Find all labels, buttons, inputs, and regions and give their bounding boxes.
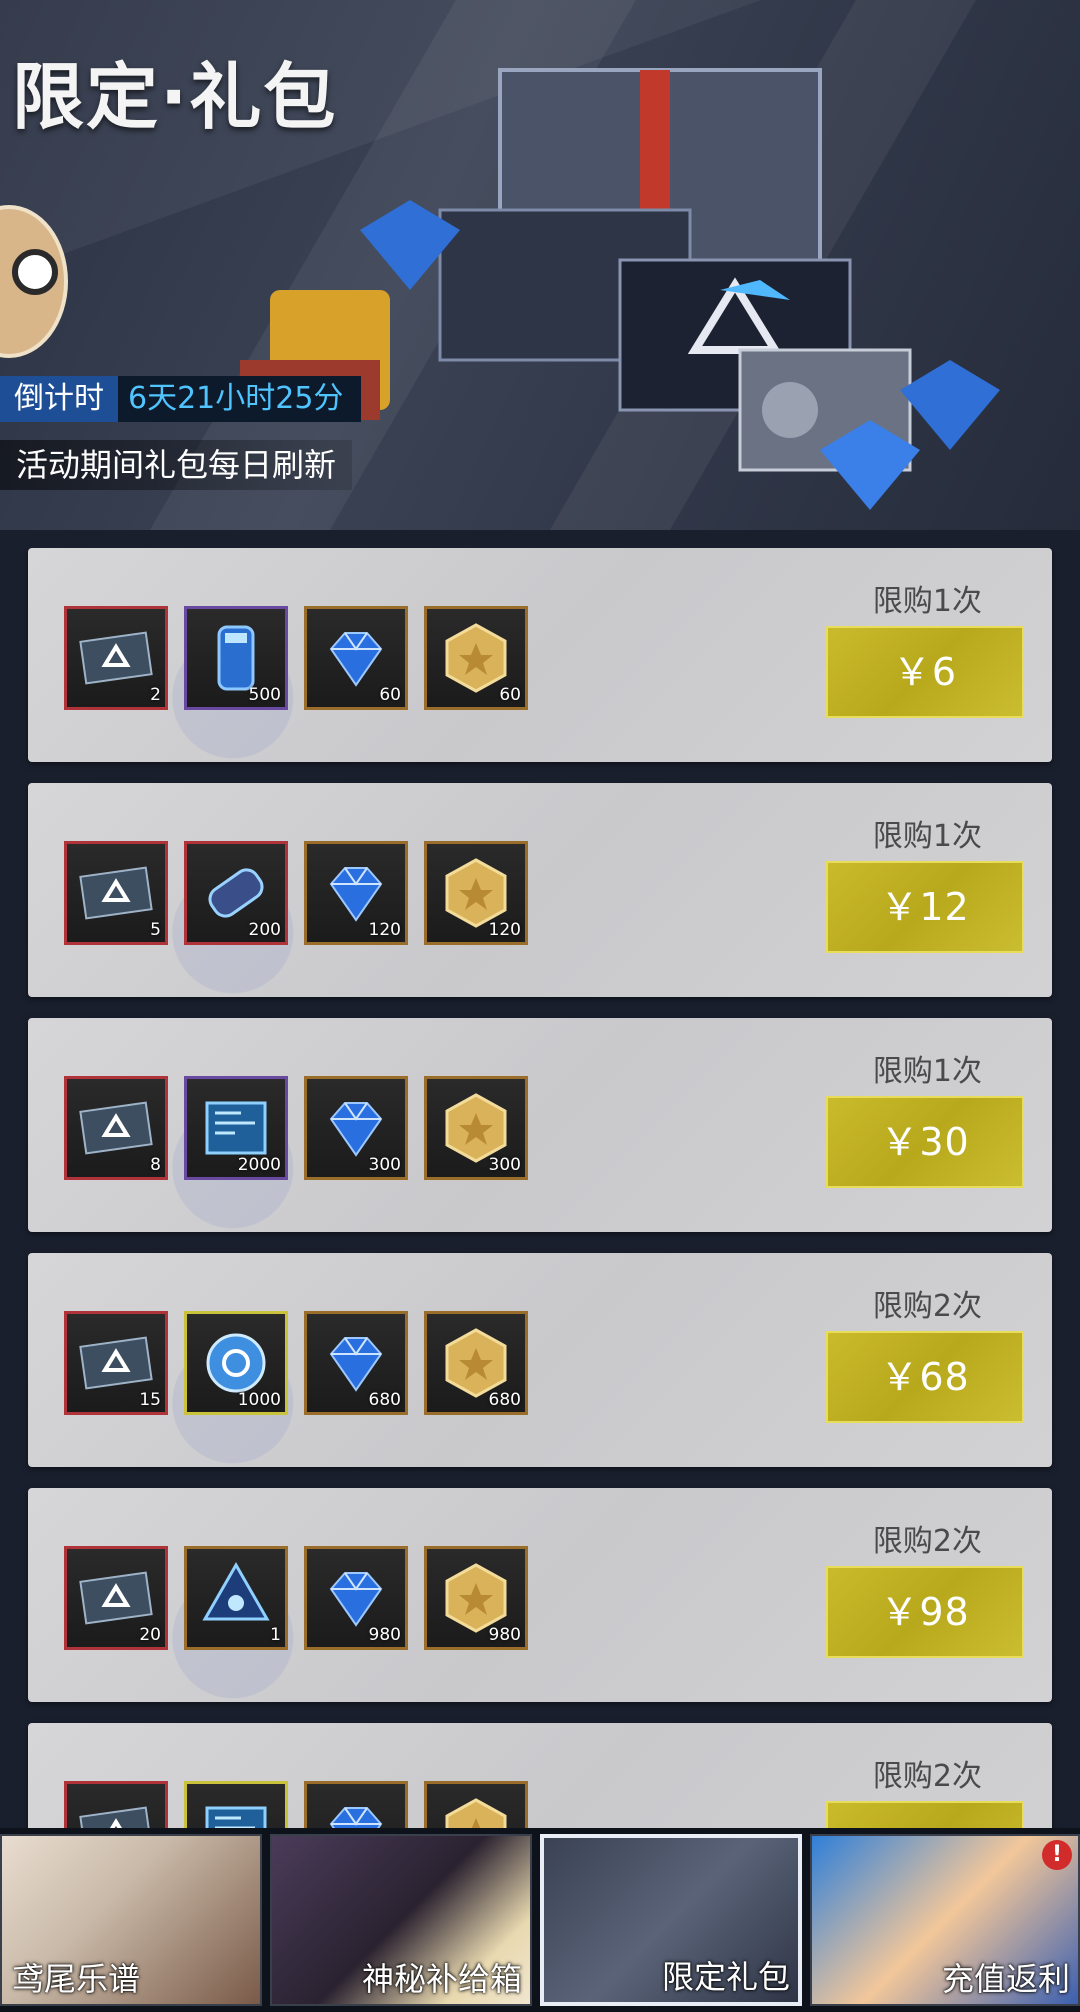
tab-label: 充值返利 xyxy=(941,1960,1070,1998)
pack-items: 8 2000 300 300 xyxy=(64,1076,528,1180)
countdown-value: 6天21小时25分 xyxy=(118,376,362,422)
purchase-limit: 限购2次 xyxy=(872,1524,982,1559)
item-quantity: 20 xyxy=(139,1625,161,1645)
pack-card: 5 200 120 120 限购1次 ￥12 xyxy=(28,783,1052,997)
item-quantity: 60 xyxy=(499,685,521,705)
pack-items: 2 500 60 60 xyxy=(64,606,528,710)
pack-card: 2 500 60 60 限购1次 ￥6 xyxy=(28,548,1052,762)
purchase-limit: 限购2次 xyxy=(872,1289,982,1324)
reward-item[interactable]: 120 xyxy=(424,841,528,945)
reward-item[interactable]: 60 xyxy=(304,606,408,710)
reward-item[interactable] xyxy=(424,1781,528,1828)
purchase-limit: 限购1次 xyxy=(872,584,982,619)
item-quantity: 300 xyxy=(488,1155,521,1175)
refresh-note: 活动期间礼包每日刷新 xyxy=(0,440,353,490)
item-quantity: 1 xyxy=(270,1625,281,1645)
reward-item[interactable]: 980 xyxy=(304,1546,408,1650)
bottom-tab-bar: 鸢尾乐谱 神秘补给箱 限定礼包 充值返利 ! xyxy=(0,1828,1080,2012)
reward-item[interactable] xyxy=(304,1781,408,1828)
tab-recharge-rebate[interactable]: 充值返利 ! xyxy=(810,1834,1080,2006)
item-quantity: 5 xyxy=(150,920,161,940)
buy-button[interactable]: ￥98 xyxy=(826,1566,1024,1658)
countdown: 倒计时 6天21小时25分 xyxy=(0,376,362,422)
purchase-limit: 限购1次 xyxy=(872,1054,982,1089)
pack-list[interactable]: 2 500 60 60 限购1次 ￥6 5 200 120 120 限购1次 ￥12 8 2000 300 3… xyxy=(0,548,1080,1828)
reward-item[interactable]: 20 xyxy=(64,1546,168,1650)
tab-iris-score[interactable]: 鸢尾乐谱 xyxy=(0,1834,262,2006)
countdown-label: 倒计时 xyxy=(0,376,118,422)
reward-item[interactable]: 5 xyxy=(64,841,168,945)
tab-mystery-supply-box[interactable]: 神秘补给箱 xyxy=(270,1834,532,2006)
ticket-icon xyxy=(79,1806,153,1828)
item-quantity: 300 xyxy=(368,1155,401,1175)
item-quantity: 2 xyxy=(150,685,161,705)
reward-item[interactable]: 60 xyxy=(424,606,528,710)
reward-item[interactable] xyxy=(184,1781,288,1828)
reward-item[interactable]: 300 xyxy=(424,1076,528,1180)
item-quantity: 120 xyxy=(368,920,401,940)
reward-item[interactable]: 680 xyxy=(424,1311,528,1415)
pack-card: 限购2次 xyxy=(28,1723,1052,1828)
item-quantity: 980 xyxy=(488,1625,521,1645)
pack-items: 15 1000 680 680 xyxy=(64,1311,528,1415)
reward-item[interactable]: 2 xyxy=(64,606,168,710)
alert-badge-icon: ! xyxy=(1042,1840,1072,1870)
reward-item[interactable]: 500 xyxy=(184,606,288,710)
reward-item[interactable] xyxy=(64,1781,168,1828)
item-quantity: 1000 xyxy=(237,1390,281,1410)
gold-coin-icon xyxy=(445,1798,507,1828)
item-quantity: 60 xyxy=(379,685,401,705)
item-quantity: 680 xyxy=(488,1390,521,1410)
pack-items xyxy=(64,1781,528,1828)
diamond-icon xyxy=(329,1807,383,1828)
reward-item[interactable]: 300 xyxy=(304,1076,408,1180)
ticket-icon xyxy=(79,631,153,685)
crystal-core-icon xyxy=(202,1561,270,1621)
tab-label: 限定礼包 xyxy=(661,1958,790,1996)
reward-item[interactable]: 1 xyxy=(184,1546,288,1650)
reward-item[interactable]: 1000 xyxy=(184,1311,288,1415)
buy-button[interactable]: ￥6 xyxy=(826,626,1024,718)
buy-button[interactable]: ￥68 xyxy=(826,1331,1024,1423)
buy-button[interactable]: ￥30 xyxy=(826,1096,1024,1188)
tab-label: 鸢尾乐谱 xyxy=(12,1960,141,1998)
pack-items: 5 200 120 120 xyxy=(64,841,528,945)
item-quantity: 980 xyxy=(368,1625,401,1645)
ticket-icon xyxy=(79,1101,153,1155)
reward-item[interactable]: 200 xyxy=(184,841,288,945)
pack-items: 20 1 980 980 xyxy=(64,1546,528,1650)
item-quantity: 680 xyxy=(368,1390,401,1410)
item-quantity: 8 xyxy=(150,1155,161,1175)
item-quantity: 15 xyxy=(139,1390,161,1410)
tab-limited-pack[interactable]: 限定礼包 xyxy=(540,1834,802,2006)
pack-card: 20 1 980 980 限购2次 ￥98 xyxy=(28,1488,1052,1702)
buy-button[interactable] xyxy=(826,1801,1024,1828)
owl-mascot-icon[interactable] xyxy=(0,205,68,358)
reward-item[interactable]: 2000 xyxy=(184,1076,288,1180)
event-banner: 限定·礼包 倒计时 6天21小时25分 活动期间礼包每日刷新 xyxy=(0,0,1080,530)
reward-item[interactable]: 120 xyxy=(304,841,408,945)
chip-icon xyxy=(205,1806,267,1828)
item-quantity: 200 xyxy=(248,920,281,940)
item-quantity: 500 xyxy=(248,685,281,705)
banner-title: 限定·礼包 xyxy=(12,55,338,139)
pack-card: 8 2000 300 300 限购1次 ￥30 xyxy=(28,1018,1052,1232)
tab-label: 神秘补给箱 xyxy=(361,1960,522,1998)
reward-item[interactable]: 15 xyxy=(64,1311,168,1415)
reward-item[interactable]: 8 xyxy=(64,1076,168,1180)
purchase-limit: 限购1次 xyxy=(872,819,982,854)
reward-item[interactable]: 980 xyxy=(424,1546,528,1650)
purchase-limit: 限购2次 xyxy=(872,1759,982,1794)
item-quantity: 2000 xyxy=(237,1155,281,1175)
pack-card: 15 1000 680 680 限购2次 ￥68 xyxy=(28,1253,1052,1467)
item-quantity: 120 xyxy=(488,920,521,940)
ticket-icon xyxy=(79,866,153,920)
buy-button[interactable]: ￥12 xyxy=(826,861,1024,953)
reward-item[interactable]: 680 xyxy=(304,1311,408,1415)
